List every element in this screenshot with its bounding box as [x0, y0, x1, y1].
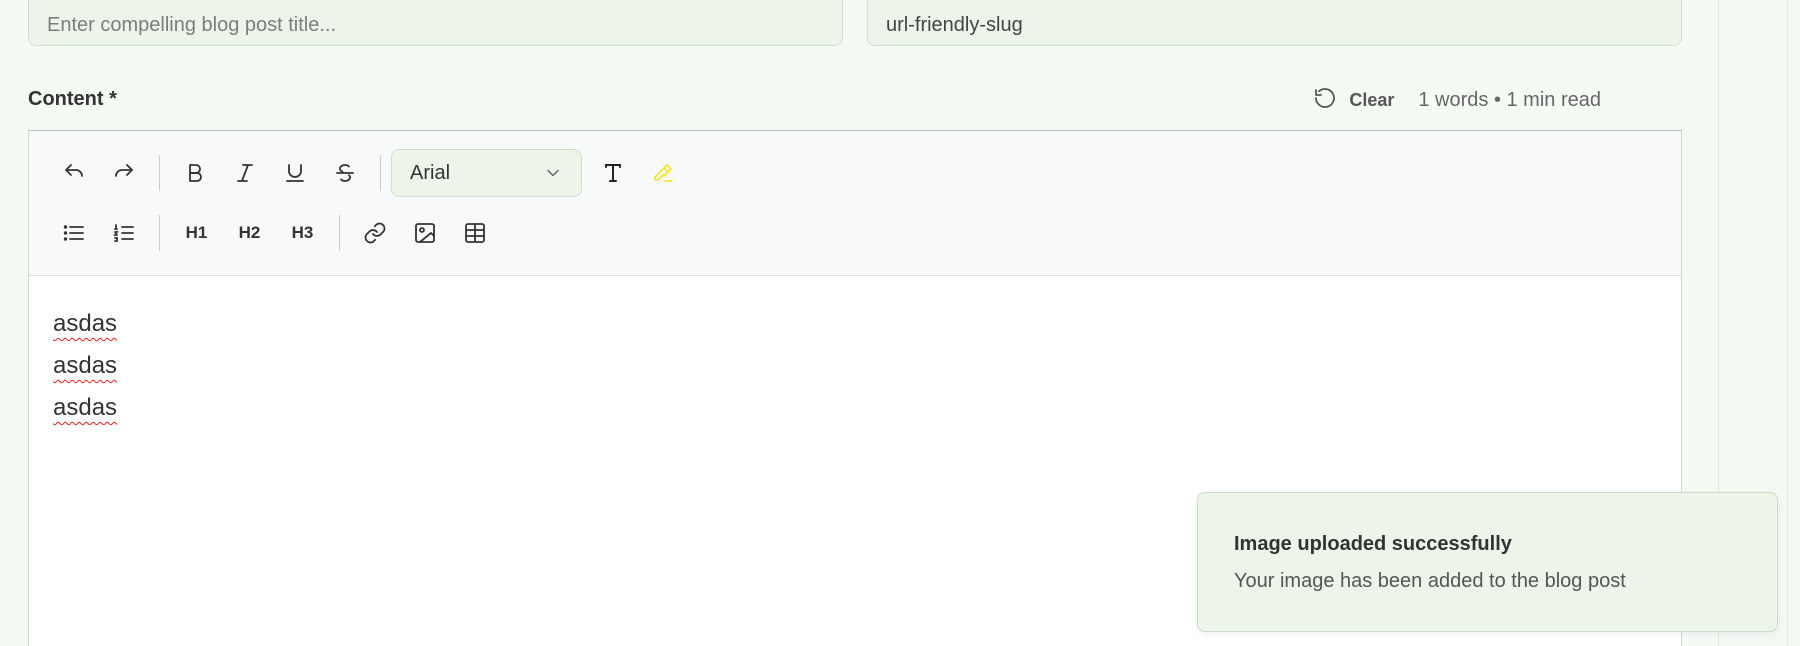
- redo-icon: [115, 164, 133, 177]
- toolbar-divider: [380, 155, 381, 191]
- editor-paragraph: asdas: [53, 394, 118, 421]
- clear-button[interactable]: Clear: [1313, 86, 1394, 115]
- success-toast[interactable]: Image uploaded successfully Your image h…: [1197, 492, 1778, 632]
- undo-button[interactable]: [49, 149, 99, 197]
- insert-table-button[interactable]: [450, 209, 500, 257]
- insert-image-button[interactable]: [400, 209, 450, 257]
- highlight-button[interactable]: [638, 149, 688, 197]
- italic-icon: [237, 164, 253, 182]
- strikethrough-button[interactable]: [320, 149, 370, 197]
- toolbar-divider: [159, 155, 160, 191]
- toast-description: Your image has been added to the blog po…: [1234, 570, 1626, 592]
- italic-button[interactable]: [220, 149, 270, 197]
- toast-title: Image uploaded successfully: [1234, 533, 1512, 555]
- toolbar-row-blocks: H1 H2 H3: [49, 209, 500, 257]
- toolbar-divider: [159, 215, 160, 251]
- chevron-down-icon: [547, 169, 559, 177]
- numbered-list-button[interactable]: [99, 209, 149, 257]
- toolbar-divider: [339, 215, 340, 251]
- word-count: 1 words • 1 min read: [1418, 89, 1601, 111]
- strikethrough-icon: [336, 164, 354, 182]
- underline-button[interactable]: [270, 149, 320, 197]
- heading-1-button[interactable]: H1: [170, 209, 223, 257]
- insert-link-button[interactable]: [350, 209, 400, 257]
- text-type-icon: [605, 164, 621, 182]
- text-style-button[interactable]: [588, 149, 638, 197]
- table-icon: [465, 223, 485, 243]
- title-input-placeholder: Enter compelling blog post title...: [47, 13, 337, 36]
- bullet-list-icon: [63, 225, 84, 241]
- content-label: Content *: [28, 88, 117, 110]
- bold-button[interactable]: [170, 149, 220, 197]
- image-icon: [415, 223, 435, 243]
- editor-content[interactable]: asdas asdas asdas: [53, 303, 117, 429]
- gutter-rail: [1787, 0, 1788, 646]
- content-meta: Clear 1 words • 1 min read: [1313, 86, 1601, 115]
- title-input[interactable]: Enter compelling blog post title...: [28, 0, 843, 46]
- font-family-value: Arial: [410, 161, 451, 184]
- toolbar-row-formatting: Arial: [49, 149, 688, 197]
- editor-toolbar: Arial H1 H2 H3: [29, 131, 1681, 276]
- link-icon: [364, 222, 386, 244]
- editor-divider: [28, 130, 1682, 131]
- undo-icon: [65, 164, 83, 177]
- editor-paragraph: asdas: [53, 310, 118, 337]
- slug-input[interactable]: url-friendly-slug: [867, 0, 1682, 46]
- bullet-list-button[interactable]: [49, 209, 99, 257]
- redo-button[interactable]: [99, 149, 149, 197]
- heading-3-button[interactable]: H3: [276, 209, 329, 257]
- bold-icon: [189, 164, 202, 182]
- underline-icon: [286, 164, 304, 182]
- reset-icon: [1313, 86, 1337, 115]
- editor-paragraph: asdas: [53, 352, 118, 379]
- font-family-select[interactable]: Arial: [391, 149, 582, 197]
- heading-2-button[interactable]: H2: [223, 209, 276, 257]
- numbered-list-icon: [113, 224, 134, 242]
- slug-input-value: url-friendly-slug: [886, 13, 1023, 36]
- clear-button-label: Clear: [1349, 90, 1395, 110]
- highlighter-icon: [654, 164, 673, 182]
